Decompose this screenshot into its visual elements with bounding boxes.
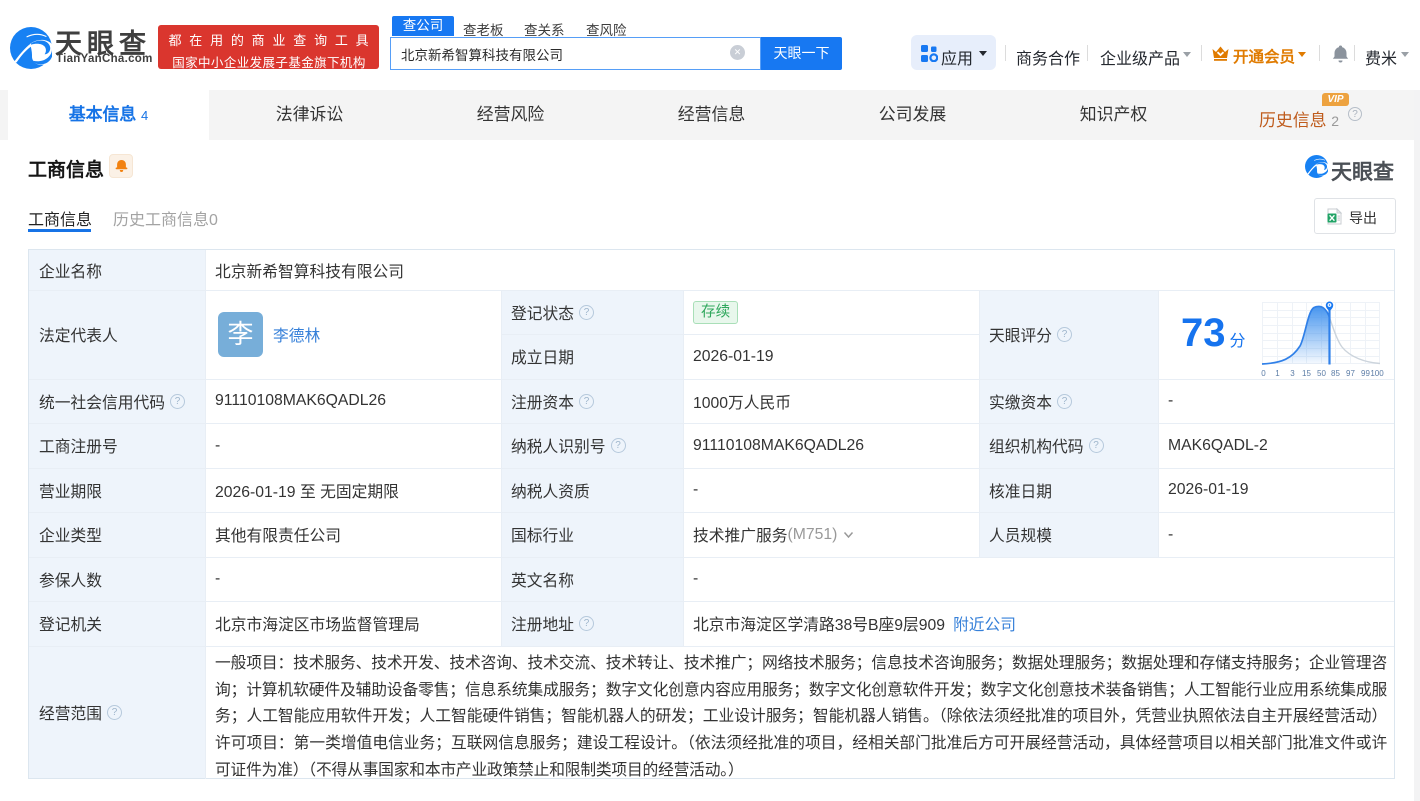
svg-text:97: 97 bbox=[1346, 369, 1355, 378]
svg-text:100: 100 bbox=[1370, 369, 1384, 378]
svg-text:15: 15 bbox=[1302, 369, 1311, 378]
svg-text:3: 3 bbox=[1290, 369, 1295, 378]
svg-text:99: 99 bbox=[1361, 369, 1370, 378]
svg-text:0: 0 bbox=[1261, 369, 1266, 378]
svg-text:85: 85 bbox=[1331, 369, 1340, 378]
svg-text:50: 50 bbox=[1317, 369, 1326, 378]
svg-text:1: 1 bbox=[1275, 369, 1280, 378]
